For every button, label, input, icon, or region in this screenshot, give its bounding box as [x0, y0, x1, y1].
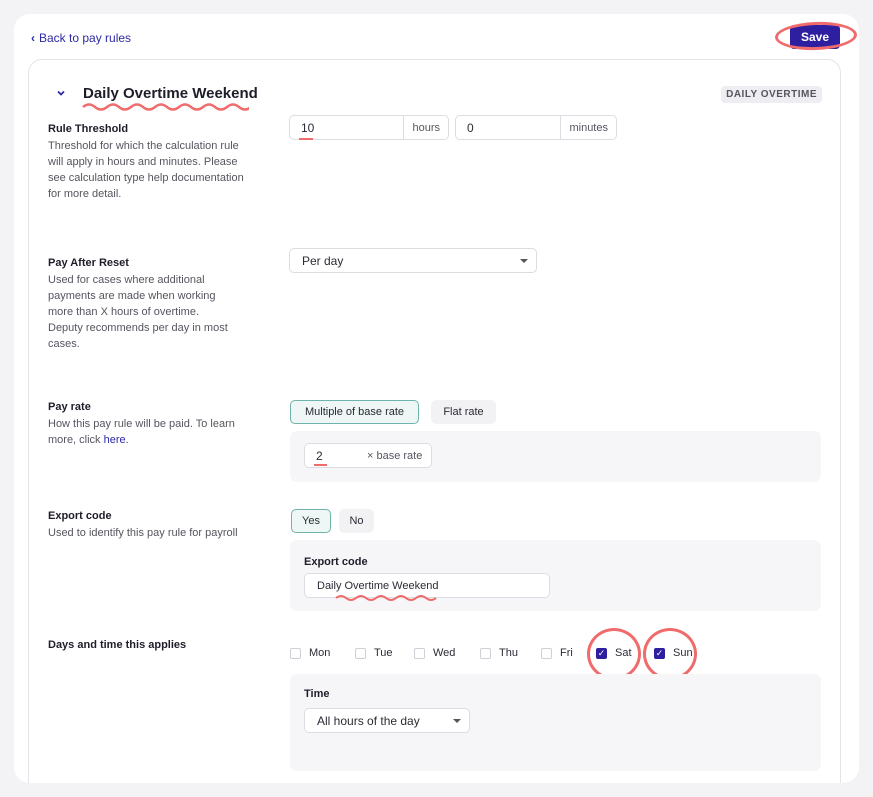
back-to-pay-rules-link[interactable]: ‹ Back to pay rules — [31, 31, 131, 45]
export-code-no-button[interactable]: No — [339, 509, 374, 533]
time-select-value: All hours of the day — [317, 713, 420, 728]
annotation-underline-hours — [299, 138, 313, 140]
threshold-description: Threshold for which the calculation rule… — [48, 140, 244, 200]
caret-down-icon — [453, 719, 461, 723]
rule-type-badge: DAILY OVERTIME — [721, 86, 822, 103]
multiplier-unit: × base rate — [367, 449, 423, 462]
minutes-input[interactable]: 0 — [456, 121, 560, 135]
export-code-description: Used to identify this pay rule for payro… — [48, 527, 238, 539]
day-checkbox-sun[interactable]: ✓ Sun — [654, 647, 693, 659]
threshold-label: Rule Threshold — [48, 123, 129, 135]
time-select[interactable]: All hours of the day — [304, 708, 470, 733]
minutes-input-group[interactable]: 0 minutes — [455, 115, 617, 140]
pay-rate-description: How this pay rule will be paid. To learn… — [48, 416, 248, 448]
pay-after-reset-description: Used for cases where additional payments… — [48, 274, 228, 350]
hours-unit: hours — [403, 116, 448, 139]
pay-after-reset-label-block: Pay After Reset Used for cases where add… — [48, 257, 233, 352]
threshold-label-block: Rule Threshold Threshold for which the c… — [48, 123, 248, 202]
day-label-sat: Sat — [615, 647, 632, 659]
back-link-label: Back to pay rules — [39, 31, 132, 45]
day-label-fri: Fri — [560, 647, 573, 659]
checkbox-sat[interactable]: ✓ — [596, 647, 607, 659]
days-label: Days and time this applies — [48, 639, 187, 651]
day-checkbox-tue[interactable]: Tue — [355, 647, 393, 659]
pay-rate-label: Pay rate — [48, 401, 91, 413]
pay-rate-description-text: How this pay rule will be paid. To learn… — [48, 418, 235, 446]
checkbox-wed[interactable] — [414, 647, 425, 659]
checkbox-fri[interactable] — [541, 647, 552, 659]
pay-after-reset-label: Pay After Reset — [48, 257, 129, 269]
day-label-wed: Wed — [433, 647, 456, 659]
caret-down-icon — [520, 259, 528, 263]
export-code-label: Export code — [48, 510, 112, 522]
annotation-squiggle-title — [82, 103, 249, 111]
pay-rate-help-link[interactable]: here — [104, 434, 126, 446]
hours-input-group[interactable]: 10 hours — [289, 115, 449, 140]
days-label-block: Days and time this applies — [48, 639, 268, 654]
day-checkbox-wed[interactable]: Wed — [414, 647, 455, 659]
multiplier-input[interactable]: 2 — [305, 449, 367, 463]
pay-rate-label-block: Pay rate How this pay rule will be paid.… — [48, 401, 248, 448]
save-button[interactable]: Save — [790, 25, 840, 49]
day-label-mon: Mon — [309, 647, 331, 659]
pay-rule-card: Daily Overtime Weekend DAILY OVERTIME Ru… — [28, 59, 841, 783]
day-label-tue: Tue — [374, 647, 393, 659]
checkbox-thu[interactable] — [480, 647, 491, 659]
export-code-input[interactable]: Daily Overtime Weekend — [304, 573, 550, 598]
pay-after-reset-select[interactable]: Per day — [289, 248, 537, 273]
checkbox-tue[interactable] — [355, 647, 366, 659]
annotation-underline-multiplier — [314, 464, 327, 466]
multiple-of-base-rate-button[interactable]: Multiple of base rate — [290, 400, 419, 424]
export-code-yes-button[interactable]: Yes — [291, 509, 331, 533]
time-label: Time — [304, 688, 330, 700]
day-checkbox-sat[interactable]: ✓ Sat — [596, 647, 632, 659]
pay-rate-description-end: . — [125, 434, 129, 446]
export-code-label-block: Export code Used to identify this pay ru… — [48, 510, 278, 541]
checkbox-sun[interactable]: ✓ — [654, 647, 665, 659]
chevron-down-icon[interactable] — [55, 87, 67, 99]
export-code-field-label: Export code — [304, 556, 368, 568]
checkbox-mon[interactable] — [290, 647, 301, 659]
day-label-sun: Sun — [673, 647, 693, 659]
flat-rate-button[interactable]: Flat rate — [431, 400, 496, 424]
rule-title: Daily Overtime Weekend — [83, 85, 258, 102]
chevron-left-icon: ‹ — [31, 31, 35, 45]
day-checkbox-fri[interactable]: Fri — [541, 647, 573, 659]
minutes-unit: minutes — [560, 116, 616, 139]
day-checkbox-mon[interactable]: Mon — [290, 647, 330, 659]
day-label-thu: Thu — [499, 647, 518, 659]
hours-input[interactable]: 10 — [290, 121, 403, 135]
pay-after-reset-value: Per day — [302, 253, 344, 268]
app-window: ‹ Back to pay rules Save Daily Overtime … — [14, 14, 859, 783]
day-checkbox-thu[interactable]: Thu — [480, 647, 518, 659]
